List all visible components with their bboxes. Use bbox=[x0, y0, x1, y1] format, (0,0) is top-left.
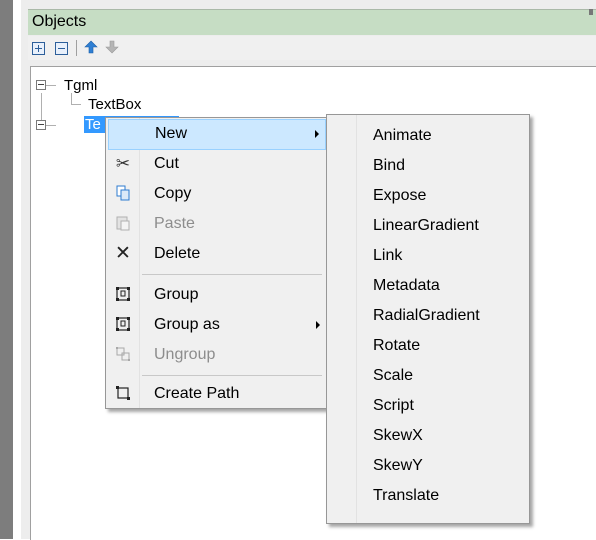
expand-all-button[interactable] bbox=[32, 42, 45, 55]
tree-line bbox=[46, 85, 56, 86]
tree-node-textbox[interactable]: TextBox bbox=[88, 96, 141, 113]
move-up-button[interactable] bbox=[83, 39, 99, 55]
panel-title-bar: Objects bbox=[28, 9, 596, 35]
menu-item-label: Group bbox=[154, 286, 199, 303]
new-submenu: Animate Bind Expose LinearGradient Link … bbox=[326, 114, 530, 524]
submenu-item-metadata[interactable]: Metadata bbox=[329, 272, 527, 301]
submenu-item-bind[interactable]: Bind bbox=[329, 152, 527, 181]
submenu-item-rotate[interactable]: Rotate bbox=[329, 332, 527, 361]
submenu-item-label: Script bbox=[373, 397, 414, 414]
panel-edge-marker bbox=[589, 9, 593, 15]
selected-node-label: Te bbox=[85, 116, 101, 133]
submenu-item-label: RadialGradient bbox=[373, 307, 480, 324]
arrow-up-icon bbox=[84, 40, 98, 54]
copy-icon bbox=[114, 185, 132, 203]
menu-item-label: Create Path bbox=[154, 385, 240, 402]
ungroup-icon bbox=[114, 346, 132, 364]
collapse-all-button[interactable] bbox=[55, 42, 68, 55]
submenu-item-animate[interactable]: Animate bbox=[329, 122, 527, 151]
submenu-item-script[interactable]: Script bbox=[329, 392, 527, 421]
collapse-te-toggle[interactable] bbox=[36, 120, 46, 130]
submenu-item-translate[interactable]: Translate bbox=[329, 482, 527, 511]
submenu-item-label: Link bbox=[373, 247, 403, 264]
submenu-item-skewy[interactable]: SkewY bbox=[329, 452, 527, 481]
submenu-item-scale[interactable]: Scale bbox=[329, 362, 527, 391]
submenu-item-label: LinearGradient bbox=[373, 217, 479, 234]
submenu-item-expose[interactable]: Expose bbox=[329, 182, 527, 211]
menu-item-group-as[interactable]: Group as bbox=[108, 311, 326, 340]
menu-item-ungroup[interactable]: Ungroup bbox=[108, 341, 326, 370]
left-border-strip bbox=[0, 0, 13, 539]
arrow-down-icon bbox=[105, 40, 119, 54]
menu-item-label: New bbox=[155, 125, 188, 142]
menu-separator bbox=[142, 375, 322, 376]
menu-item-label: Copy bbox=[154, 185, 192, 202]
submenu-item-label: Metadata bbox=[373, 277, 440, 294]
group-icon bbox=[114, 286, 132, 304]
submenu-item-label: SkewY bbox=[373, 457, 423, 474]
tree-node-tgml[interactable]: Tgml bbox=[64, 77, 97, 94]
submenu-item-lineargradient[interactable]: LinearGradient bbox=[329, 212, 527, 241]
submenu-item-label: Translate bbox=[373, 487, 440, 504]
submenu-item-label: Scale bbox=[373, 367, 414, 384]
group-as-icon bbox=[114, 316, 132, 334]
submenu-item-label: SkewX bbox=[373, 427, 423, 444]
tree-line bbox=[46, 125, 56, 126]
panel-title: Objects bbox=[32, 13, 87, 30]
create-path-icon bbox=[114, 385, 132, 403]
scissors-icon: ✂ bbox=[115, 154, 131, 173]
menu-item-create-path[interactable]: Create Path bbox=[108, 380, 326, 409]
submenu-item-label: Bind bbox=[373, 157, 406, 174]
menu-item-label: Paste bbox=[154, 215, 195, 232]
submenu-item-link[interactable]: Link bbox=[329, 242, 527, 271]
menu-item-cut[interactable]: ✂ Cut bbox=[108, 150, 326, 179]
move-down-button[interactable] bbox=[104, 39, 120, 55]
submenu-item-skewx[interactable]: SkewX bbox=[329, 422, 527, 451]
delete-x-icon: ✕ bbox=[115, 243, 131, 264]
submenu-item-label: Expose bbox=[373, 187, 427, 204]
menu-item-paste[interactable]: Paste bbox=[108, 210, 326, 239]
tree-line bbox=[71, 104, 81, 105]
menu-item-label: Ungroup bbox=[154, 346, 216, 363]
submenu-item-label: Rotate bbox=[373, 337, 421, 354]
menu-item-copy[interactable]: Copy bbox=[108, 180, 326, 209]
menu-item-label: Group as bbox=[154, 316, 220, 333]
menu-item-label: Delete bbox=[154, 245, 201, 262]
context-menu: New ✂ Cut Copy Paste ✕ Delete Group Grou… bbox=[105, 117, 329, 409]
menu-item-new[interactable]: New bbox=[108, 119, 326, 150]
menu-separator bbox=[142, 274, 322, 275]
submenu-item-label: Animate bbox=[373, 127, 432, 144]
submenu-arrow-icon bbox=[315, 130, 319, 138]
submenu-arrow-icon bbox=[316, 321, 320, 329]
toolbar-separator bbox=[76, 40, 77, 56]
submenu-item-radialgradient[interactable]: RadialGradient bbox=[329, 302, 527, 331]
objects-toolbar bbox=[28, 36, 596, 60]
paste-icon bbox=[114, 215, 132, 233]
menu-item-label: Cut bbox=[154, 155, 179, 172]
menu-item-group[interactable]: Group bbox=[108, 281, 326, 310]
collapse-tgml-toggle[interactable] bbox=[36, 80, 46, 90]
menu-item-delete[interactable]: ✕ Delete bbox=[108, 240, 326, 269]
